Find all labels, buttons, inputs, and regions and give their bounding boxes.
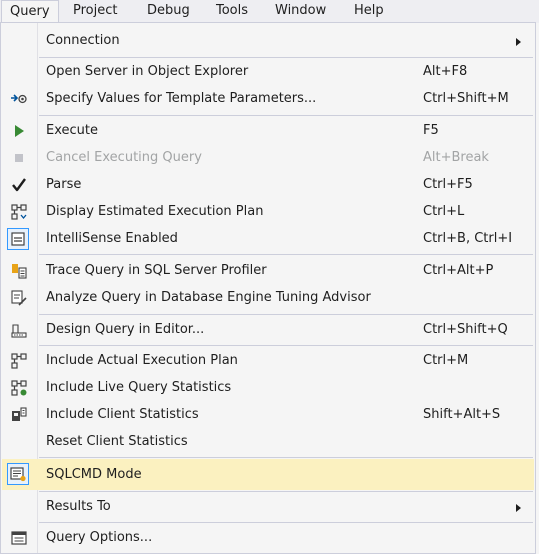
menu-item-shortcut: F5 [423,123,439,138]
menu-item-execute[interactable]: Execute F5 [2,117,534,144]
menu-item-label: Specify Values for Template Parameters..… [46,91,317,106]
menu-item-open-server[interactable]: Open Server in Object Explorer Alt+F8 [2,58,534,85]
query-options-icon [10,529,28,547]
menu-project[interactable]: Project [65,0,125,23]
menu-item-analyze-tuning-advisor[interactable]: Analyze Query in Database Engine Tuning … [2,284,534,311]
menu-item-design-query-editor[interactable]: Design Query in Editor... Ctrl+Shift+Q [2,316,534,343]
menu-item-label: Include Client Statistics [46,407,199,422]
menu-tools[interactable]: Tools [208,0,256,23]
menu-item-label: Parse [46,177,82,192]
menu-item-label: SQLCMD Mode [46,467,142,482]
menu-item-shortcut: Ctrl+B, Ctrl+I [423,231,513,246]
execute-play-icon [10,122,28,140]
menu-item-label: Include Live Query Statistics [46,380,232,395]
submenu-arrow-icon [516,504,521,512]
actual-plan-icon [10,352,28,370]
menu-help[interactable]: Help [346,0,392,23]
menu-item-shortcut: Ctrl+L [423,204,465,219]
menu-item-label: Results To [46,499,111,514]
query-designer-icon [10,321,28,339]
menu-item-trace-query-profiler[interactable]: Trace Query in SQL Server Profiler Ctrl+… [2,257,534,284]
menu-item-include-actual-plan[interactable]: Include Actual Execution Plan Ctrl+M [2,347,534,374]
menu-item-cancel-executing-query: Cancel Executing Query Alt+Break [2,144,534,171]
menu-item-label: Trace Query in SQL Server Profiler [46,263,267,278]
menu-item-label: Display Estimated Execution Plan [46,204,264,219]
menu-item-label: Execute [46,123,98,138]
intellisense-icon [7,228,29,250]
menu-item-include-live-statistics[interactable]: Include Live Query Statistics [2,374,534,401]
menu-separator [39,314,533,315]
template-parameters-icon [10,90,28,108]
menu-query[interactable]: Query [1,0,59,23]
execution-plan-icon [10,203,28,221]
menu-item-shortcut: Ctrl+Alt+P [423,263,494,278]
query-menu-dropdown: Connection Open Server in Object Explore… [0,22,536,554]
menu-item-results-to[interactable]: Results To [2,493,534,520]
menu-item-label: Reset Client Statistics [46,434,188,449]
sqlcmd-icon [7,463,29,485]
menu-item-label: IntelliSense Enabled [46,231,178,246]
menu-separator [39,345,533,346]
profiler-icon [10,262,28,280]
menu-item-shortcut: Alt+Break [423,150,489,165]
menu-item-include-client-statistics[interactable]: Include Client Statistics Shift+Alt+S [2,401,534,428]
submenu-arrow-icon [516,38,521,46]
menu-item-label: Include Actual Execution Plan [46,353,238,368]
menu-item-display-estimated-plan[interactable]: Display Estimated Execution Plan Ctrl+L [2,198,534,225]
menu-item-label: Connection [46,33,120,48]
menu-item-label: Design Query in Editor... [46,322,205,337]
checkmark-icon [10,176,28,194]
menu-separator [39,491,533,492]
menu-separator [39,115,533,116]
menu-item-connection[interactable]: Connection [2,27,534,54]
menu-item-shortcut: Ctrl+F5 [423,177,473,192]
stop-icon [10,149,28,167]
menu-debug[interactable]: Debug [139,0,198,23]
menu-item-shortcut: Ctrl+M [423,353,469,368]
menu-item-shortcut: Alt+F8 [423,64,468,79]
menu-item-query-options[interactable]: Query Options... [2,524,534,551]
menu-separator [39,457,533,458]
client-statistics-icon [10,406,28,424]
menu-item-label: Analyze Query in Database Engine Tuning … [46,290,371,305]
menu-separator [39,522,533,523]
menu-window[interactable]: Window [267,0,334,23]
menu-item-template-parameters[interactable]: Specify Values for Template Parameters..… [2,85,534,112]
menu-item-reset-client-statistics[interactable]: Reset Client Statistics [2,428,534,455]
tuning-advisor-icon [10,289,28,307]
menu-item-sqlcmd-mode[interactable]: SQLCMD Mode [2,459,534,490]
menu-bar: Query Project Debug Tools Window Help [0,0,539,23]
menu-item-parse[interactable]: Parse Ctrl+F5 [2,171,534,198]
menu-item-shortcut: Shift+Alt+S [423,407,501,422]
menu-item-label: Query Options... [46,530,153,545]
menu-item-label: Cancel Executing Query [46,150,202,165]
menu-item-intellisense-enabled[interactable]: IntelliSense Enabled Ctrl+B, Ctrl+I [2,225,534,252]
live-statistics-icon [10,379,28,397]
menu-separator [39,254,533,255]
menu-item-label: Open Server in Object Explorer [46,64,249,79]
menu-item-shortcut: Ctrl+Shift+Q [423,322,508,337]
menu-item-shortcut: Ctrl+Shift+M [423,91,509,106]
